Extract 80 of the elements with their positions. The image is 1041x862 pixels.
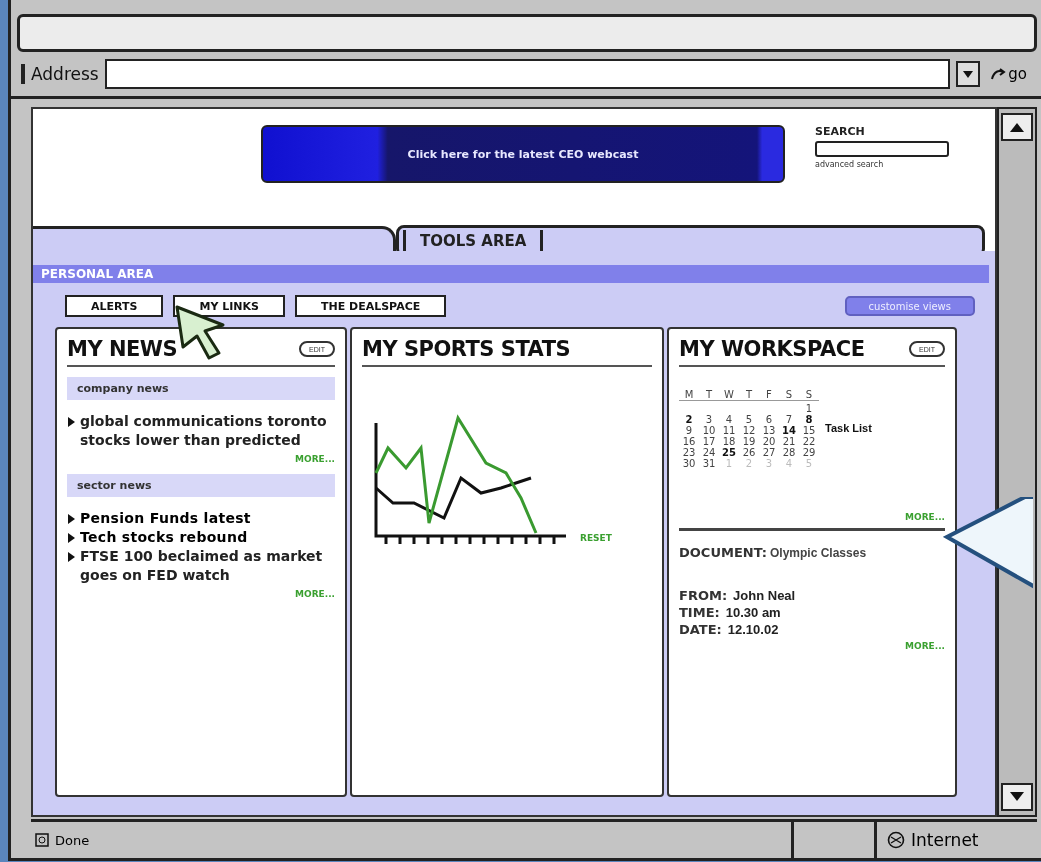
calendar-day[interactable]: 14 [779, 425, 799, 436]
document-name: Olympic Classes [770, 546, 867, 560]
globe-icon [887, 831, 905, 849]
arrow-icon [990, 67, 1007, 81]
weekday-label: T [699, 389, 719, 401]
personal-area-tab[interactable]: MY LINKS [173, 295, 285, 317]
weekday-label: F [759, 389, 779, 401]
calendar-day[interactable]: 13 [759, 425, 779, 436]
calendar-day[interactable]: 30 [679, 458, 699, 469]
calendar-day[interactable]: 22 [799, 436, 819, 447]
field-label: TIME: [679, 605, 720, 620]
news-link[interactable]: Pension Funds latest [80, 509, 251, 528]
caret-icon [1010, 123, 1024, 132]
calendar-day[interactable]: 29 [799, 447, 819, 458]
calendar-day[interactable]: 25 [719, 447, 739, 458]
panel-title: MY SPORTS STATS [362, 337, 571, 361]
weekday-label: M [679, 389, 699, 401]
field-value: 10.30 am [725, 605, 781, 620]
calendar-day[interactable]: 3 [699, 414, 719, 425]
go-button[interactable]: go [986, 65, 1031, 83]
address-field[interactable] [104, 59, 951, 89]
calendar-day[interactable]: 26 [739, 447, 759, 458]
calendar-day[interactable]: 9 [679, 425, 699, 436]
tools-area-tab[interactable]: TOOLS AREA [403, 230, 544, 252]
field-label: DOCUMENT: [679, 545, 767, 560]
calendar-day[interactable]: 23 [679, 447, 699, 458]
news-link[interactable]: global communications toronto stocks lower than predicted [80, 412, 335, 450]
panel-title: MY NEWS [67, 337, 178, 361]
personal-area-tab[interactable]: ALERTS [65, 295, 164, 317]
section-header: PERSONAL AREA [33, 265, 989, 283]
page-icon [35, 833, 49, 847]
calendar-day[interactable]: 18 [719, 436, 739, 447]
calendar-day[interactable]: 6 [759, 414, 779, 425]
personal-area-tab[interactable]: THE DEALSPACE [294, 295, 447, 317]
advanced-search-link[interactable]: advanced search [815, 160, 975, 169]
calendar-day[interactable]: 28 [779, 447, 799, 458]
section-heading: company news [67, 377, 335, 400]
weekday-label: S [779, 389, 799, 401]
scroll-down-button[interactable] [1001, 783, 1033, 811]
dropdown-button[interactable] [956, 61, 981, 87]
calendar-day[interactable]: 2 [679, 414, 699, 425]
status-text: Done [55, 832, 90, 848]
calendar-day[interactable]: 12 [739, 425, 759, 436]
calendar-day[interactable]: 16 [679, 436, 699, 447]
search-label: SEARCH [815, 125, 866, 138]
calendar-day[interactable]: 20 [759, 436, 779, 447]
scroll-up-button[interactable] [1001, 113, 1033, 141]
calendar-day[interactable]: 15 [799, 425, 819, 436]
news-link[interactable]: FTSE 100 beclaimed as market goes on FED watch [80, 547, 335, 585]
calendar-day[interactable]: 19 [739, 436, 759, 447]
calendar-day[interactable]: 5 [739, 414, 759, 425]
calendar-day[interactable]: 21 [779, 436, 799, 447]
weekday-label: S [799, 389, 819, 401]
calendar-day[interactable]: 27 [759, 447, 779, 458]
calendar-day[interactable]: 11 [719, 425, 739, 436]
field-value: 12.10.02 [727, 622, 779, 637]
panel-title: MY WORKSPACE [679, 337, 865, 361]
calendar-day[interactable]: 8 [799, 414, 819, 425]
zone-text: Internet [911, 830, 979, 850]
calendar-day[interactable]: 17 [699, 436, 719, 447]
calendar-day[interactable]: 24 [699, 447, 719, 458]
calendar-day[interactable]: 4 [719, 414, 739, 425]
vertical-scrollbar[interactable] [997, 107, 1037, 817]
caret-icon [963, 71, 974, 78]
weekday-label: W [719, 389, 739, 401]
search-field[interactable] [815, 141, 949, 157]
calendar-day[interactable]: 7 [779, 414, 799, 425]
weekday-label: T [739, 389, 759, 401]
news-link[interactable]: Tech stocks rebound [80, 528, 248, 547]
calendar-day[interactable]: 1 [799, 403, 819, 414]
field-label: DATE: [679, 622, 722, 637]
field-label: FROM: [679, 588, 728, 603]
calendar-day[interactable]: 31 [699, 458, 719, 469]
field-value: John Neal [733, 588, 796, 603]
caret-icon [1010, 792, 1024, 801]
task-list-link[interactable]: Task List [825, 422, 872, 434]
webcast-banner[interactable]: Click here for the latest CEO webcast [261, 125, 785, 183]
section-heading: sector news [67, 474, 335, 497]
calendar-day[interactable]: 10 [699, 425, 719, 436]
address-label: Address [21, 64, 99, 84]
